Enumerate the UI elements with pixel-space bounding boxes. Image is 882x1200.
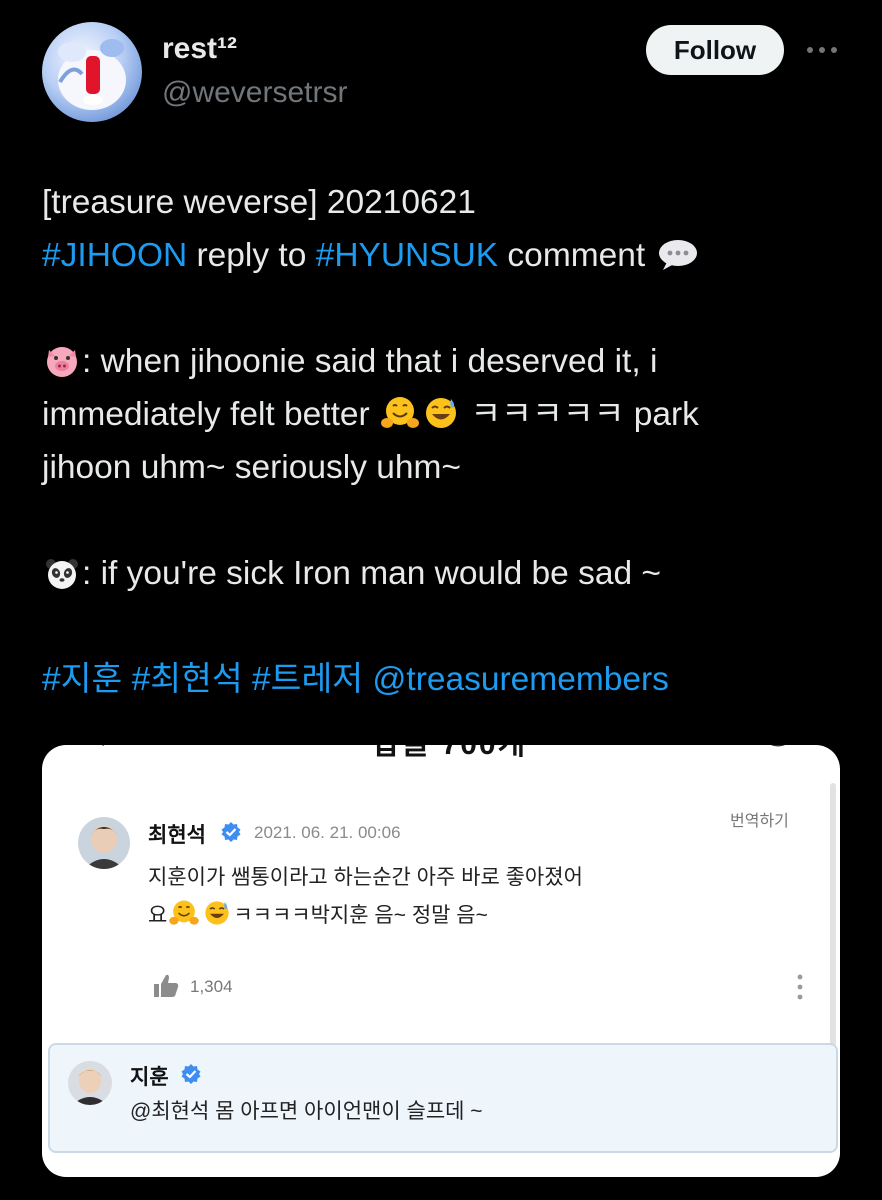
cut-off-header: 답글 700개 [42,745,840,761]
follow-button[interactable]: Follow [646,25,784,75]
tweet-line-hyunsuk-1: : when jihoonie said that i deserved it,… [42,335,842,388]
comment-text-line2-start: 요 [148,904,168,927]
pig-face-icon [44,341,80,394]
reply-text: @최현석 몸 아프면 아이언맨이 슬프데 ~ [130,1100,483,1123]
replier-name: 지훈 [130,1066,169,1089]
hugging-face-icon [169,899,200,940]
comment-text-line2-end: ㅋㅋㅋㅋ박지훈 음~ 정말 음~ [233,904,488,927]
replier-avatar [68,1061,112,1105]
comment-text-line2: 요 ㅋㅋㅋㅋ박지훈 음~ 정말 음~ [148,897,488,940]
avatar-image [58,39,126,110]
reply-to-text: reply to [187,237,316,274]
hashtag-line: #지훈 #최현석 #트레저 @treasuremembers [42,653,842,706]
jihoon-quote: : if you're sick Iron man would be sad ~ [82,555,661,592]
sweat-smile-icon [203,899,231,940]
avatar[interactable] [42,22,142,122]
hashtag-1[interactable]: #지훈 [42,661,122,698]
commenter-avatar [78,817,130,869]
speech-bubble-icon [657,235,699,288]
hyunsuk-quote-3: ㅋㅋㅋㅋㅋ park [470,396,699,433]
sweat-smile-icon [423,394,459,447]
tweet-line-jihoon: : if you're sick Iron man would be sad ~ [42,547,842,600]
verified-badge-icon [180,1063,202,1090]
hashtag-3[interactable]: #트레저 [252,661,363,698]
media-image[interactable]: 답글 700개 최현석 2021. 06. 21. 00:06 번역하기 지훈이… [42,745,840,1177]
handle[interactable]: @weversetrsr [162,76,347,110]
hashtag-jihoon[interactable]: #JIHOON [42,237,187,274]
mention-treasuremembers[interactable]: @treasuremembers [372,661,669,698]
hyunsuk-quote-2: immediately felt better [42,396,370,433]
more-horizontal-icon[interactable] [802,30,842,70]
tweet-line-title: [treasure weverse] 20210621 [42,184,476,221]
hashtag-2[interactable]: #최현석 [132,661,243,698]
tweet-line-hyunsuk-3: jihoon uhm~ seriously uhm~ [42,449,461,486]
hugging-face-icon [381,394,420,447]
tweet-line-hyunsuk-2: immediately felt better ㅋㅋㅋㅋㅋ park [42,388,842,441]
translate-button[interactable]: 번역하기 [730,807,789,831]
comment-more-icon[interactable] [796,973,804,1006]
comment-text-line1: 지훈이가 쌤통이라고 하는순간 아주 바로 좋아졌어 [148,866,583,889]
cut-off-title: 답글 700개 [372,745,527,763]
hyunsuk-quote-1: : when jihoonie said that i deserved it,… [82,343,658,380]
comment-text: comment [498,237,646,274]
like-icon[interactable] [152,973,180,1004]
commenter-name: 최현석 [148,824,206,847]
panda-face-icon [44,553,80,606]
verified-badge-icon [220,821,242,848]
hashtag-hyunsuk[interactable]: #HYUNSUK [316,237,498,274]
like-count: 1,304 [190,977,233,996]
comment-date: 2021. 06. 21. 00:06 [254,823,401,842]
tweet-text: [treasure weverse] 20210621 #JIHOON repl… [42,176,842,706]
reply-box: 지훈 @최현석 몸 아프면 아이언맨이 슬프데 ~ [48,1043,838,1153]
tweet-line-reply: #JIHOON reply to #HYUNSUK comment [42,229,842,282]
display-name[interactable]: rest¹² [162,32,237,66]
